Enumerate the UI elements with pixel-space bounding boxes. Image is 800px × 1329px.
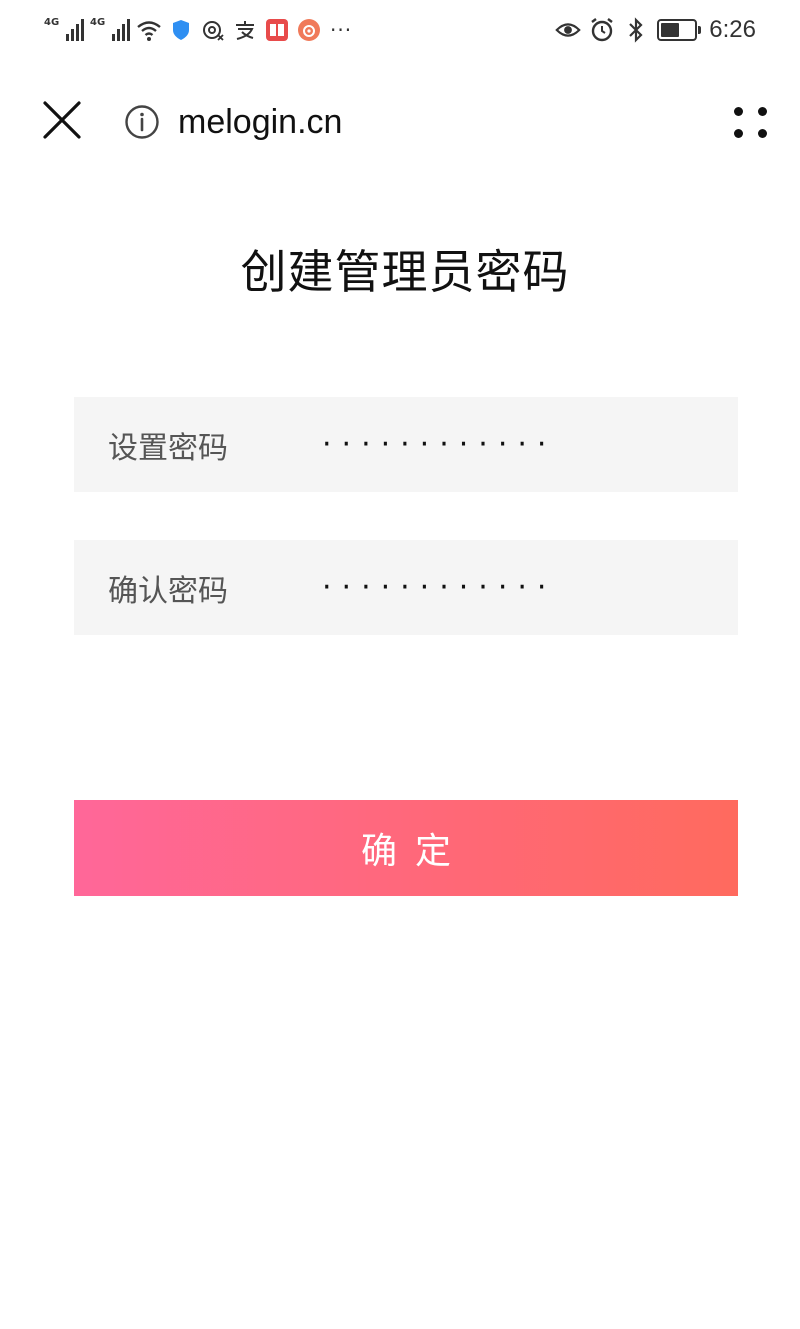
network-type-label: 4G	[44, 17, 60, 28]
bluetooth-icon	[623, 17, 649, 43]
confirm-button[interactable]: 确定	[74, 800, 738, 896]
status-bar: 4G 4G ··· 6:26	[0, 0, 800, 62]
dot	[733, 106, 743, 116]
signal-icon: 4G	[90, 17, 130, 43]
alarm-icon	[589, 17, 615, 43]
more-menu-button[interactable]	[726, 100, 774, 144]
close-button[interactable]	[38, 96, 86, 144]
confirm-password-input[interactable]: ············	[314, 558, 718, 618]
wifi-icon	[136, 17, 162, 43]
set-password-input[interactable]: ············	[314, 415, 718, 475]
weibo-icon	[296, 17, 322, 43]
status-time: 6:26	[709, 16, 756, 43]
shield-icon	[168, 17, 194, 43]
browser-toolbar: melogin.cn	[0, 82, 800, 162]
book-app-icon	[264, 17, 290, 43]
info-icon[interactable]	[124, 104, 160, 140]
signal-icon: 4G	[44, 17, 84, 43]
status-bar-left: 4G 4G ···	[44, 14, 352, 46]
confirm-password-label: 确认密码	[108, 573, 228, 609]
network-type-label: 4G	[90, 17, 106, 28]
set-password-field: 设置密码 ············	[74, 397, 738, 492]
alipay-icon	[232, 17, 258, 43]
url-text[interactable]: melogin.cn	[178, 100, 342, 144]
set-password-label: 设置密码	[108, 430, 228, 466]
dot	[757, 128, 767, 138]
confirm-password-field: 确认密码 ············	[74, 540, 738, 635]
eye-icon	[555, 17, 582, 43]
close-icon	[43, 101, 81, 139]
page-title: 创建管理员密码	[240, 245, 570, 299]
more-notifications-icon: ···	[330, 18, 353, 42]
dot	[733, 128, 743, 138]
status-bar-right: 6:26	[555, 14, 756, 46]
nfc-icon	[200, 17, 226, 43]
battery-icon	[657, 19, 702, 41]
dot	[757, 106, 767, 116]
